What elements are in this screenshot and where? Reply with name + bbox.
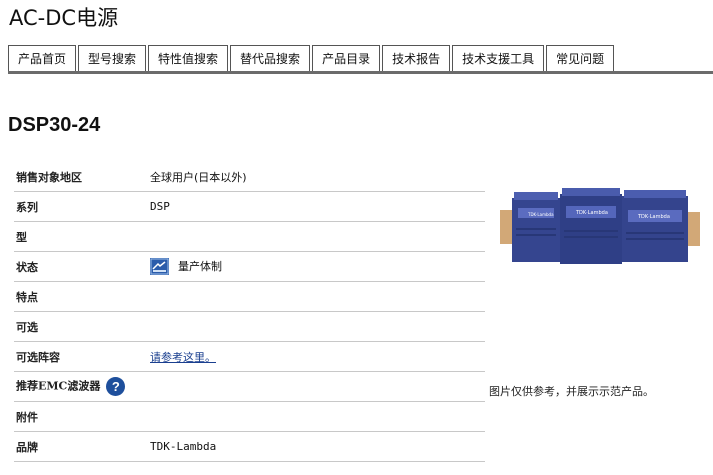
spec-key: 可选阵容 [14, 341, 150, 372]
spec-key: 特点 [14, 281, 150, 312]
spec-key: 销售对象地区 [14, 162, 150, 192]
spec-key: 型 [14, 221, 150, 252]
spec-key: 附件 [14, 401, 150, 432]
tab-technical-reports[interactable]: 技术报告 [382, 45, 451, 71]
spec-row-emc-filter: 推荐EMC滤波器? [14, 371, 485, 402]
spec-key: 推荐EMC滤波器 [16, 379, 101, 393]
tab-bar: 产品首页 型号搜索 特性值搜索 替代品搜索 产品目录 技术报告 技术支援工具 常… [8, 45, 616, 71]
module-label: TDK·Lambda [637, 214, 670, 220]
spec-row-accessories: 附件 [14, 401, 485, 432]
product-image: TDK·Lambda TDK·Lambda TDK·Lambda [500, 188, 700, 270]
model-name: DSP30-24 [8, 114, 101, 136]
spec-row-features: 特点 [14, 281, 485, 312]
option-lineup-link[interactable]: 请参考这里。 [150, 351, 216, 364]
spec-key: 系列 [14, 191, 150, 222]
spec-value [150, 401, 485, 432]
tab-faq[interactable]: 常见问题 [546, 45, 615, 71]
spec-row-status: 状态 量产体制 [14, 251, 485, 282]
module-label: TDK·Lambda [575, 210, 608, 216]
spec-row-sales-region: 销售对象地区 全球用户(日本以外) [14, 162, 485, 192]
tab-support-tools[interactable]: 技术支援工具 [452, 45, 545, 71]
spec-value-cell: 请参考这里。 [150, 341, 485, 372]
spec-value [150, 371, 485, 402]
spec-row-options: 可选 [14, 311, 485, 342]
spec-row-option-lineup: 可选阵容 请参考这里。 [14, 341, 485, 372]
spec-key-cell: 推荐EMC滤波器? [14, 371, 150, 402]
spec-value: 全球用户(日本以外) [150, 162, 485, 192]
help-icon[interactable]: ? [106, 377, 126, 396]
spec-value [150, 281, 485, 312]
spec-key: 品牌 [14, 431, 150, 462]
spec-key: 可选 [14, 311, 150, 342]
tab-product-home[interactable]: 产品首页 [8, 45, 77, 71]
status-text: 量产体制 [178, 259, 222, 273]
tab-model-search[interactable]: 型号搜索 [78, 45, 147, 71]
spec-value: TDK-Lambda [150, 431, 485, 462]
tab-underline [8, 71, 713, 74]
spec-value-cell: 量产体制 [150, 251, 485, 282]
spec-value [150, 311, 485, 342]
spec-row-type: 型 [14, 221, 485, 252]
mass-production-icon [150, 258, 169, 276]
spec-value [150, 221, 485, 252]
image-caption: 图片仅供参考，并展示示范产品。 [489, 385, 654, 398]
spec-row-brand: 品牌 TDK-Lambda [14, 431, 485, 462]
tab-characteristic-search[interactable]: 特性值搜索 [148, 45, 229, 71]
module-label: TDK·Lambda [527, 212, 554, 217]
spec-key: 状态 [14, 251, 150, 282]
spec-value: DSP [150, 191, 485, 222]
spec-row-series: 系列 DSP [14, 191, 485, 222]
tab-product-catalog[interactable]: 产品目录 [312, 45, 381, 71]
page-title: AC-DC电源 [9, 6, 119, 30]
spec-table: 销售对象地区 全球用户(日本以外) 系列 DSP 型 状态 量产体制 特点 可选 [14, 162, 485, 462]
tab-substitute-search[interactable]: 替代品搜索 [230, 45, 311, 71]
